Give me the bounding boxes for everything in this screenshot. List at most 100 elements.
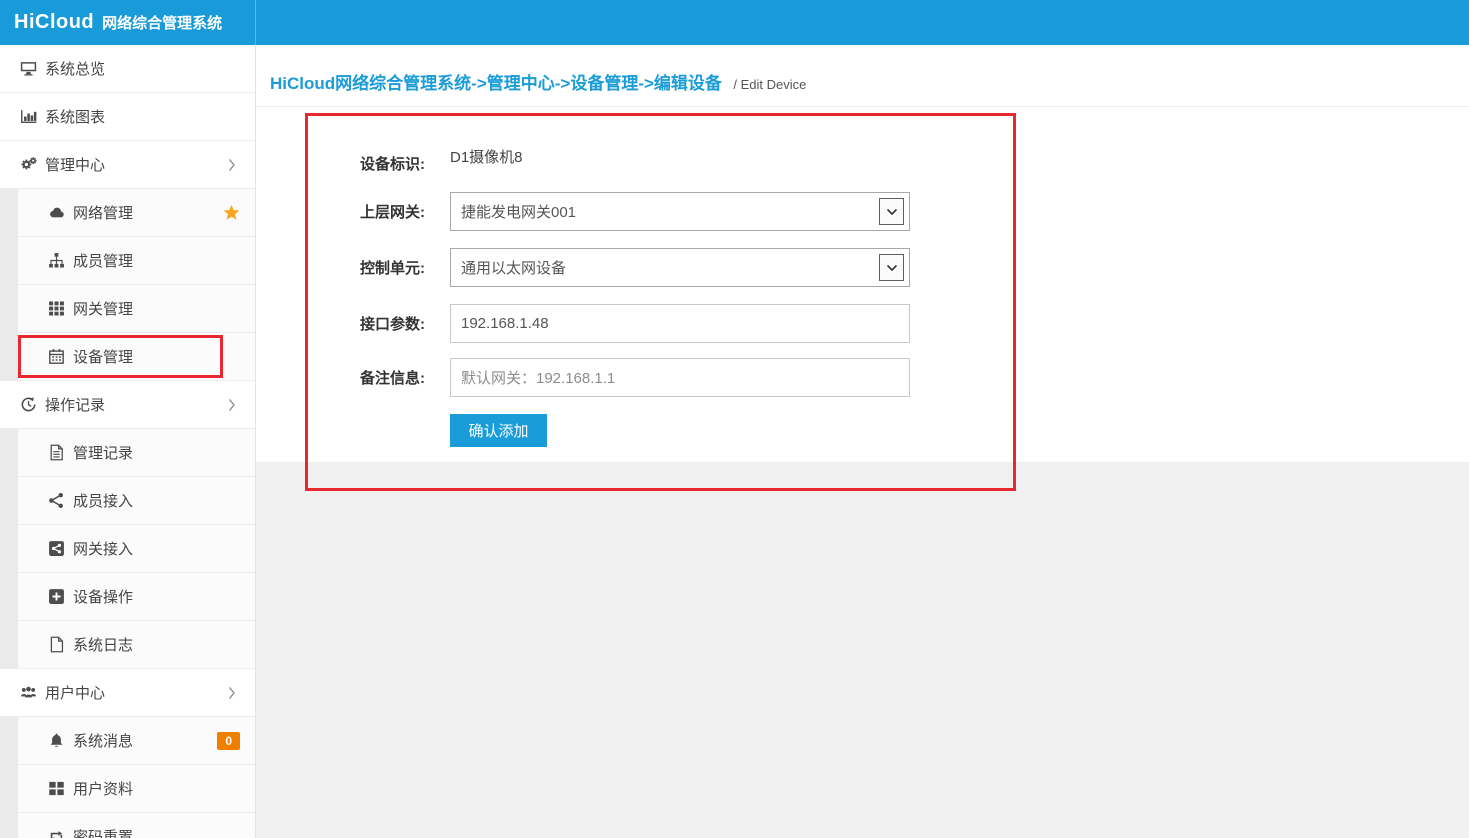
topbar: HiCloud 网络综合管理系统: [0, 0, 1469, 45]
device-id-label: 设备标识:: [296, 145, 425, 174]
sidebar-item-system-logs[interactable]: 系统日志: [0, 621, 255, 669]
sidebar-item-gateway-management[interactable]: 网关管理: [0, 285, 255, 333]
calendar-icon: [48, 348, 65, 365]
file-text-icon: [48, 444, 65, 461]
remark-input[interactable]: [450, 358, 910, 397]
sidebar-item-user-profile[interactable]: 用户资料: [0, 765, 255, 813]
form-row-remark: 备注信息:: [296, 358, 910, 397]
sidebar-item-user-center[interactable]: 用户中心: [0, 669, 255, 717]
product-name: 网络综合管理系统: [102, 12, 222, 33]
submenu-gutter: [0, 429, 18, 477]
share-square-icon: [48, 540, 65, 557]
plus-square-icon: [48, 588, 65, 605]
device-id-value: D1摄像机8: [450, 145, 523, 167]
app-window: HiCloud 网络综合管理系统 系统总览 系统图表 管理中心 网络管理: [0, 0, 1469, 838]
share-icon: [48, 492, 65, 509]
submenu-gutter: [0, 525, 18, 573]
sidebar-item-operation-records[interactable]: 操作记录: [0, 381, 255, 429]
sidebar-item-password-reset[interactable]: 密码重置: [0, 813, 255, 838]
sidebar-item-label: 网关管理: [73, 298, 133, 319]
control-unit-selected-value: 通用以太网设备: [461, 257, 566, 278]
sidebar-item-label: 设备操作: [73, 586, 133, 607]
sidebar-item-device-management[interactable]: 设备管理: [0, 333, 255, 381]
sidebar-item-label: 网络管理: [73, 202, 133, 223]
desktop-icon: [20, 60, 37, 77]
brand-logo: HiCloud 网络综合管理系统: [14, 0, 222, 45]
history-icon: [20, 396, 37, 413]
submenu-gutter: [0, 573, 18, 621]
chevron-right-icon: [228, 398, 237, 412]
sidebar-item-label: 系统日志: [73, 634, 133, 655]
topbar-divider: [255, 0, 256, 45]
chevron-right-icon: [228, 158, 237, 172]
form-row-upper-gateway: 上层网关: 捷能发电网关001: [296, 192, 910, 231]
sidebar-item-label: 管理中心: [45, 154, 105, 175]
bell-icon: [48, 732, 65, 749]
chevron-down-icon[interactable]: [879, 198, 904, 225]
sidebar-item-system-messages[interactable]: 系统消息 0: [0, 717, 255, 765]
sidebar-item-label: 系统消息: [73, 730, 133, 751]
submenu-gutter: [0, 621, 18, 669]
reset-icon: [48, 828, 65, 838]
sidebar-item-label: 设备管理: [73, 346, 133, 367]
sidebar-item-system-overview[interactable]: 系统总览: [0, 45, 255, 93]
submenu-gutter: [0, 237, 18, 285]
gears-icon: [20, 156, 37, 173]
chevron-right-icon: [228, 686, 237, 700]
breadcrumb-divider: [256, 106, 1469, 107]
upper-gateway-select[interactable]: 捷能发电网关001: [450, 192, 910, 231]
interface-params-input[interactable]: [450, 304, 910, 343]
star-icon: [223, 204, 240, 221]
submenu-gutter: [0, 285, 18, 333]
sidebar-item-gateway-access[interactable]: 网关接入: [0, 525, 255, 573]
sidebar-item-label: 成员管理: [73, 250, 133, 271]
sidebar-item-label: 系统总览: [45, 58, 105, 79]
form-row-control-unit: 控制单元: 通用以太网设备: [296, 248, 910, 287]
sidebar: 系统总览 系统图表 管理中心 网络管理 成员管理: [0, 45, 256, 838]
cloud-icon: [48, 204, 65, 221]
sidebar-item-label: 用户中心: [45, 682, 105, 703]
sidebar-item-network-management[interactable]: 网络管理: [0, 189, 255, 237]
sidebar-item-management-records[interactable]: 管理记录: [0, 429, 255, 477]
th-large-icon: [48, 780, 65, 797]
sidebar-item-label: 用户资料: [73, 778, 133, 799]
breadcrumb-path: HiCloud网络综合管理系统->管理中心->设备管理->编辑设备: [270, 74, 722, 93]
notification-badge: 0: [217, 732, 240, 750]
brand-name: HiCloud: [14, 11, 94, 34]
control-unit-label: 控制单元:: [296, 257, 425, 278]
content-background-lower: [256, 462, 1469, 838]
sidebar-item-label: 成员接入: [73, 490, 133, 511]
sidebar-item-device-operation[interactable]: 设备操作: [0, 573, 255, 621]
bar-chart-icon: [20, 108, 37, 125]
control-unit-select[interactable]: 通用以太网设备: [450, 248, 910, 287]
confirm-add-button[interactable]: 确认添加: [450, 414, 547, 447]
users-icon: [20, 684, 37, 701]
submenu-gutter: [0, 765, 18, 813]
sidebar-item-label: 系统图表: [45, 106, 105, 127]
chevron-down-icon[interactable]: [879, 254, 904, 281]
sidebar-item-management-center[interactable]: 管理中心: [0, 141, 255, 189]
interface-params-label: 接口参数:: [296, 313, 425, 334]
form-row-interface-params: 接口参数:: [296, 304, 910, 343]
submenu-gutter: [0, 717, 18, 765]
remark-label: 备注信息:: [296, 367, 425, 388]
sidebar-item-member-management[interactable]: 成员管理: [0, 237, 255, 285]
form-row-device-id: 设备标识: D1摄像机8: [296, 145, 523, 174]
sidebar-item-system-charts[interactable]: 系统图表: [0, 93, 255, 141]
submenu-gutter: [0, 477, 18, 525]
sidebar-item-label: 管理记录: [73, 442, 133, 463]
upper-gateway-label: 上层网关:: [296, 201, 425, 222]
submenu-gutter: [0, 189, 18, 237]
upper-gateway-selected-value: 捷能发电网关001: [461, 201, 576, 222]
file-icon: [48, 636, 65, 653]
sidebar-item-label: 操作记录: [45, 394, 105, 415]
sidebar-item-member-access[interactable]: 成员接入: [0, 477, 255, 525]
sidebar-item-label: 密码重置: [73, 826, 133, 838]
main-content: HiCloud网络综合管理系统->管理中心->设备管理->编辑设备 / Edit…: [256, 45, 1469, 838]
grid-icon: [48, 300, 65, 317]
sidebar-item-label: 网关接入: [73, 538, 133, 559]
breadcrumb: HiCloud网络综合管理系统->管理中心->设备管理->编辑设备 / Edit…: [270, 69, 806, 94]
submenu-gutter: [0, 813, 18, 838]
breadcrumb-suffix: / Edit Device: [733, 77, 806, 92]
sitemap-icon: [48, 252, 65, 269]
